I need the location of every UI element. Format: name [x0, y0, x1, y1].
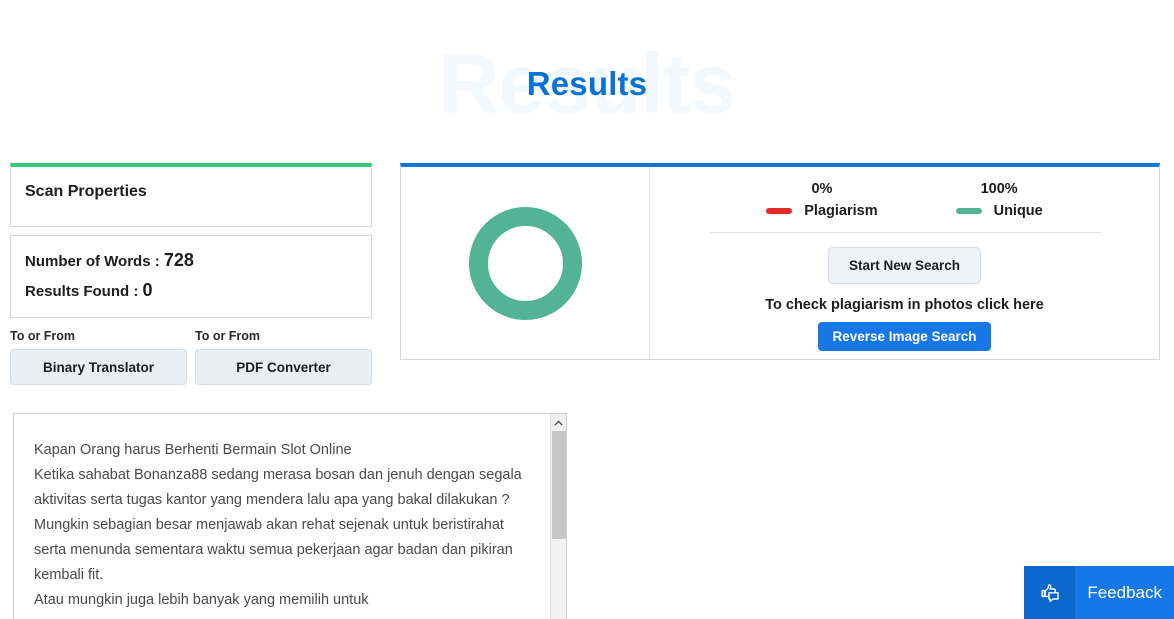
pdf-converter-button[interactable]: PDF Converter — [195, 349, 372, 385]
feedback-tab[interactable]: Feedback — [1024, 566, 1174, 619]
stat-results-found-label: Results Found : — [25, 283, 139, 300]
legend-plagiarism-swatch-icon — [766, 208, 793, 214]
legend-item-plagiarism: 0% Plagiarism — [766, 181, 878, 219]
plagiarism-donut-chart — [468, 206, 582, 320]
legend-unique-swatch-icon — [955, 208, 982, 214]
chart-legend: 0% Plagiarism 100% Unique — [650, 181, 1159, 219]
tool-cell-pdf-converter: To or From PDF Converter — [195, 329, 372, 385]
results-actions: Start New Search To check plagiarism in … — [650, 247, 1159, 351]
legend-item-unique: 100% Unique — [955, 181, 1043, 219]
plagiarism-donut-chart-cell — [401, 167, 650, 359]
tool-label-pdf-converter: To or From — [195, 329, 261, 343]
stat-number-of-words-label: Number of Words : — [25, 253, 160, 270]
binary-translator-button[interactable]: Binary Translator — [10, 349, 187, 385]
start-new-search-button[interactable]: Start New Search — [827, 247, 982, 284]
tool-cell-binary-translator: To or From Binary Translator — [10, 329, 187, 385]
scanned-text-scrollbar[interactable] — [550, 414, 566, 619]
thumbs-up-comment-icon — [1024, 566, 1076, 619]
stat-results-found: Results Found : 0 — [25, 280, 357, 301]
page-title-area: Results Results — [0, 34, 1174, 134]
legend-unique-row: Unique — [955, 203, 1043, 219]
results-stats-cell: 0% Plagiarism 100% Unique Start New Sear… — [650, 167, 1159, 359]
tool-label-binary-translator: To or From — [10, 329, 76, 343]
results-page: Results Results Scan Properties Number o… — [0, 0, 1174, 619]
legend-plagiarism-percent: 0% — [811, 181, 833, 197]
photo-plagiarism-hint: To check plagiarism in photos click here — [765, 297, 1044, 313]
legend-unique-percent: 100% — [980, 181, 1018, 197]
stat-results-found-value: 0 — [142, 280, 153, 300]
scanned-text-content[interactable]: Kapan Orang harus Berhenti Bermain Slot … — [14, 414, 550, 619]
legend-plagiarism-row: Plagiarism — [766, 203, 878, 219]
scan-properties-card: Scan Properties — [10, 163, 372, 227]
legend-divider — [708, 232, 1101, 233]
scan-stats-card: Number of Words : 728 Results Found : 0 — [10, 235, 372, 318]
page-title: Results — [526, 65, 648, 102]
feedback-label: Feedback — [1087, 582, 1162, 602]
legend-unique-label: Unique — [993, 203, 1043, 219]
scroll-up-arrow-icon[interactable] — [551, 414, 566, 431]
stat-number-of-words: Number of Words : 728 — [25, 250, 357, 271]
tool-buttons-row: To or From Binary Translator To or From … — [10, 329, 372, 385]
scan-properties-title: Scan Properties — [25, 183, 147, 200]
scan-properties-column: Scan Properties Number of Words : 728 Re… — [10, 163, 372, 385]
reverse-image-search-button[interactable]: Reverse Image Search — [818, 322, 991, 351]
scrollbar-thumb[interactable] — [552, 431, 566, 539]
scanned-text-box[interactable]: Kapan Orang harus Berhenti Bermain Slot … — [13, 413, 567, 619]
results-summary-panel: 0% Plagiarism 100% Unique Start New Sear… — [400, 163, 1160, 360]
stat-number-of-words-value: 728 — [163, 250, 194, 270]
legend-plagiarism-label: Plagiarism — [804, 203, 878, 219]
